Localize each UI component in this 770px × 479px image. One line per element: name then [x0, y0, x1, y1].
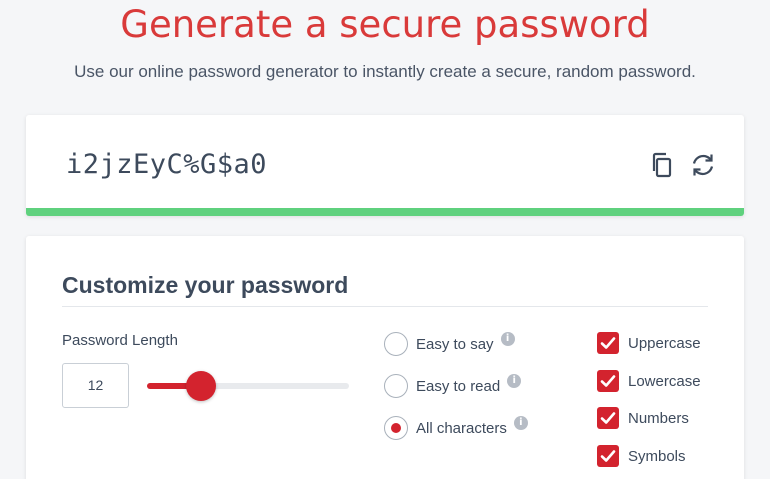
radio-button[interactable] [384, 374, 408, 398]
divider [62, 306, 708, 307]
password-strength-bar [26, 208, 744, 216]
radio-button[interactable] [384, 416, 408, 440]
checkbox[interactable] [597, 370, 619, 392]
page-subtitle: Use our online password generator to ins… [74, 62, 696, 81]
radio-dot [391, 381, 401, 391]
info-icon[interactable]: i [507, 374, 522, 388]
password-card: i2jzEyC%G$a0 [26, 115, 744, 216]
option-numbers[interactable]: Numbers [597, 406, 689, 430]
info-icon[interactable]: i [513, 416, 528, 430]
radio-dot [390, 422, 401, 433]
option-label: Lowercase [628, 372, 701, 390]
password-length-slider[interactable] [147, 371, 349, 401]
password-length-label: Password Length [62, 332, 178, 349]
mode-label: All characters [416, 419, 507, 437]
option-label: Numbers [628, 409, 689, 427]
generated-password[interactable]: i2jzEyC%G$a0 [66, 149, 267, 180]
slider-thumb[interactable] [185, 371, 216, 401]
checkbox[interactable] [597, 407, 619, 429]
option-uppercase[interactable]: Uppercase [597, 331, 701, 355]
mode-easy-to-say[interactable]: Easy to say i [384, 331, 515, 357]
customize-title: Customize your password [62, 272, 349, 298]
password-generator-page: Generate a secure password Use our onlin… [0, 0, 770, 479]
password-length-input[interactable]: 12 [62, 363, 129, 408]
option-symbols[interactable]: Symbols [597, 444, 686, 468]
mode-label: Easy to say [416, 335, 494, 353]
option-label: Uppercase [628, 334, 701, 352]
option-label: Symbols [628, 447, 686, 465]
mode-easy-to-read[interactable]: Easy to read i [384, 373, 522, 399]
page-title: Generate a secure password [120, 3, 650, 46]
mode-all-characters[interactable]: All characters i [384, 415, 528, 441]
info-icon[interactable]: i [500, 332, 515, 346]
checkbox[interactable] [597, 445, 619, 467]
mode-label: Easy to read [416, 377, 501, 395]
option-lowercase[interactable]: Lowercase [597, 369, 701, 393]
copy-icon[interactable] [649, 151, 677, 179]
refresh-icon[interactable] [689, 151, 717, 179]
checkbox[interactable] [597, 332, 619, 354]
radio-dot [391, 339, 401, 349]
customize-card: Customize your password Password Length … [26, 236, 744, 479]
radio-button[interactable] [384, 332, 408, 356]
